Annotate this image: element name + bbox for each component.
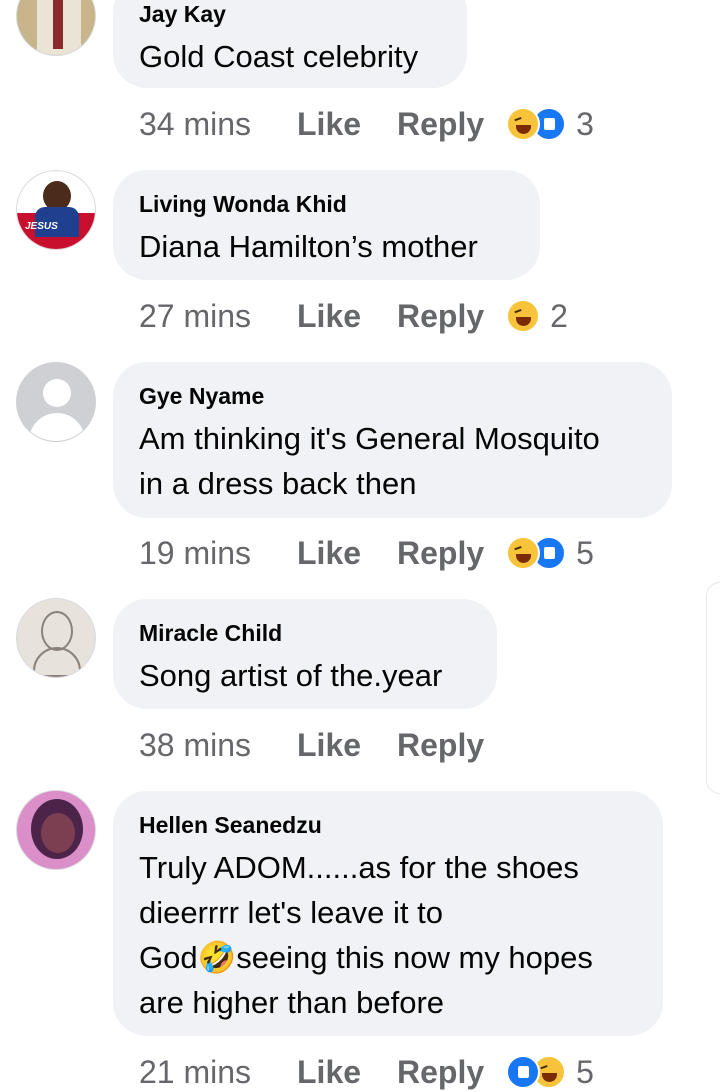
reaction-count[interactable]: 3: [576, 106, 594, 143]
comment-bubble: Jay Kay Gold Coast celebrity: [113, 0, 467, 88]
like-button[interactable]: Like: [297, 535, 397, 572]
side-panel-edge: [706, 582, 720, 794]
reactions-summary[interactable]: [506, 1055, 567, 1089]
like-button[interactable]: Like: [297, 727, 397, 764]
reaction-count[interactable]: 5: [576, 535, 594, 572]
timestamp[interactable]: 38 mins: [139, 727, 297, 764]
reply-button[interactable]: Reply: [397, 1054, 484, 1091]
author-name[interactable]: Hellen Seanedzu: [139, 811, 637, 839]
comment-text: Song artist of the.year: [139, 658, 443, 693]
reply-button[interactable]: Reply: [397, 727, 484, 764]
timestamp[interactable]: 34 mins: [139, 106, 297, 143]
reaction-count[interactable]: 5: [576, 1054, 594, 1091]
comment-bubble: Gye Nyame Am thinking it's General Mosqu…: [113, 362, 672, 518]
reactions-summary[interactable]: [506, 299, 541, 333]
like-button[interactable]: Like: [297, 106, 397, 143]
comment-actions: 27 mins Like Reply 2: [139, 296, 568, 336]
avatar[interactable]: JESUS: [16, 170, 96, 250]
avatar[interactable]: [16, 598, 96, 678]
comment-actions: 19 mins Like Reply 5: [139, 533, 594, 573]
comment-text: Gold Coast celebrity: [139, 39, 419, 74]
reaction-count[interactable]: 2: [550, 298, 568, 335]
comment-text-line: Truly ADOM......as for the shoes: [139, 850, 579, 885]
comment-text-line: in a dress back then: [139, 466, 417, 501]
haha-icon: [506, 107, 541, 141]
like-icon: [506, 1055, 541, 1089]
reactions-summary[interactable]: [506, 536, 567, 570]
author-name[interactable]: Living Wonda Khid: [139, 190, 514, 218]
avatar[interactable]: [16, 0, 96, 56]
avatar[interactable]: [16, 790, 96, 870]
comment-bubble: Miracle Child Song artist of the.year: [113, 599, 497, 709]
comment-actions: 34 mins Like Reply 3: [139, 104, 594, 144]
reply-button[interactable]: Reply: [397, 298, 484, 335]
comment-text: Diana Hamilton’s mother: [139, 229, 478, 264]
avatar-text: JESUS: [25, 221, 58, 232]
comment-actions: 21 mins Like Reply 5: [139, 1052, 594, 1092]
timestamp[interactable]: 27 mins: [139, 298, 297, 335]
default-avatar-icon: [43, 379, 71, 407]
haha-icon: [506, 299, 541, 333]
timestamp[interactable]: 21 mins: [139, 1054, 297, 1091]
comment-text-line: God🤣seeing this now my hopes: [139, 940, 593, 975]
reply-button[interactable]: Reply: [397, 535, 484, 572]
comment-text-line: dieerrrr let's leave it to: [139, 895, 443, 930]
like-button[interactable]: Like: [297, 1054, 397, 1091]
reply-button[interactable]: Reply: [397, 106, 484, 143]
comment-bubble: Living Wonda Khid Diana Hamilton’s mothe…: [113, 170, 540, 280]
comment-actions: 38 mins Like Reply: [139, 725, 506, 765]
reactions-summary[interactable]: [506, 107, 567, 141]
comment-text-line: are higher than before: [139, 985, 445, 1020]
author-name[interactable]: Jay Kay: [139, 0, 441, 28]
avatar[interactable]: [16, 362, 96, 442]
comment-bubble: Hellen Seanedzu Truly ADOM......as for t…: [113, 791, 663, 1036]
like-button[interactable]: Like: [297, 298, 397, 335]
haha-icon: [506, 536, 541, 570]
author-name[interactable]: Miracle Child: [139, 619, 471, 647]
author-name[interactable]: Gye Nyame: [139, 382, 646, 410]
timestamp[interactable]: 19 mins: [139, 535, 297, 572]
comment-text-line: Am thinking it's General Mosquito: [139, 421, 600, 456]
